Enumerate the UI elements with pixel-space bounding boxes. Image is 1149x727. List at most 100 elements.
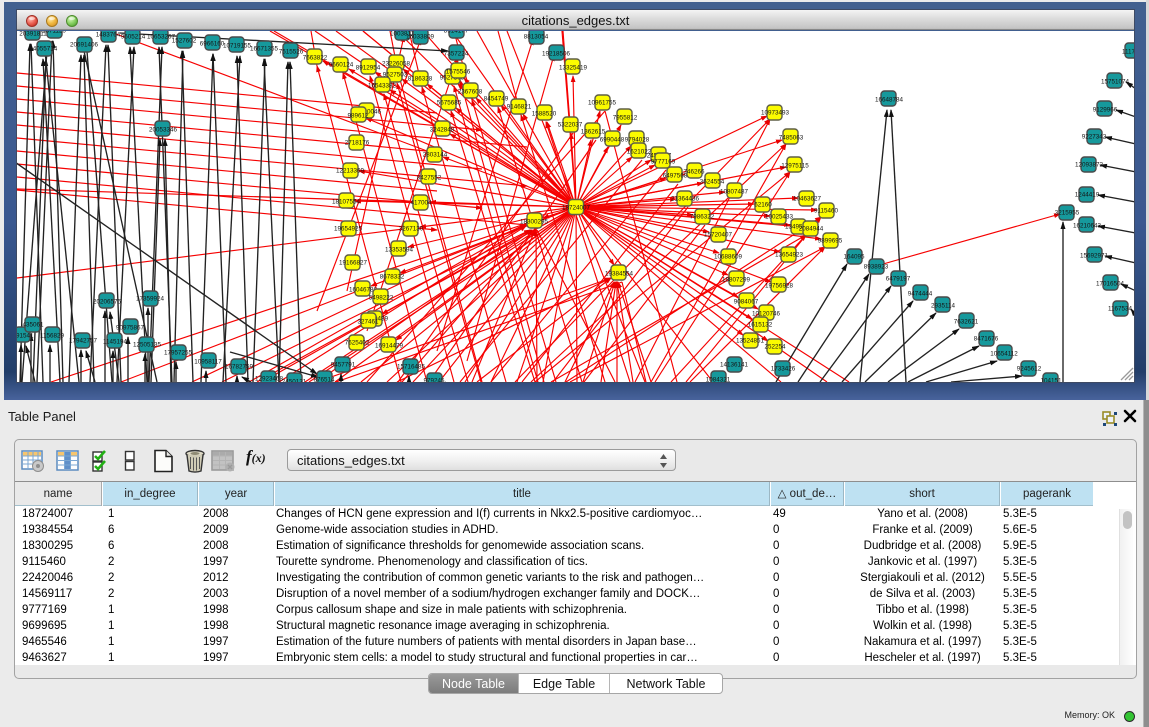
- svg-text:6479197: 6479197: [886, 276, 911, 283]
- svg-text:17359924: 17359924: [136, 296, 165, 303]
- svg-text:6966160: 6966160: [200, 41, 225, 48]
- svg-text:1362615: 1362615: [581, 129, 606, 136]
- svg-text:1156829: 1156829: [40, 333, 65, 340]
- svg-text:90975867: 90975867: [116, 325, 145, 332]
- svg-text:391541: 391541: [17, 333, 34, 340]
- svg-text:9474444: 9474444: [908, 291, 933, 298]
- svg-text:5498222: 5498222: [369, 295, 394, 302]
- svg-text:10807487: 10807487: [720, 189, 749, 196]
- svg-text:9605214: 9605214: [121, 34, 146, 41]
- svg-text:19384554: 19384554: [605, 271, 634, 278]
- svg-text:19756928: 19756928: [765, 283, 794, 290]
- svg-text:10463627: 10463627: [793, 196, 822, 203]
- svg-text:62160: 62160: [754, 202, 772, 209]
- svg-text:9457791: 9457791: [331, 362, 356, 369]
- svg-text:1588520: 1588520: [532, 111, 557, 118]
- svg-text:16782759: 16782759: [225, 364, 254, 371]
- svg-text:20053346: 20053346: [149, 127, 178, 134]
- svg-text:104151: 104151: [1040, 378, 1062, 383]
- svg-text:164095: 164095: [843, 254, 865, 261]
- svg-text:17942757: 17942757: [69, 338, 98, 345]
- svg-text:989612: 989612: [347, 113, 369, 120]
- svg-text:18807299: 18807299: [722, 277, 751, 284]
- svg-text:8813054: 8813054: [524, 34, 549, 41]
- svg-text:8454749: 8454749: [484, 96, 509, 103]
- svg-text:13325419: 13325419: [559, 65, 588, 72]
- svg-text:15751074: 15751074: [1101, 79, 1130, 86]
- svg-text:9129966: 9129966: [1093, 107, 1118, 114]
- svg-text:111720: 111720: [1122, 49, 1134, 56]
- svg-text:9660124: 9660124: [329, 62, 354, 69]
- svg-text:1084321: 1084321: [706, 377, 731, 383]
- svg-text:1527602: 1527602: [172, 38, 197, 45]
- svg-text:17016504: 17016504: [1096, 281, 1125, 288]
- svg-text:19654925: 19654925: [334, 226, 363, 233]
- svg-text:3267130: 3267130: [399, 226, 424, 233]
- svg-text:7632621: 7632621: [954, 319, 979, 326]
- svg-text:15692971: 15692971: [1080, 253, 1109, 260]
- svg-text:10973493: 10973493: [761, 110, 790, 117]
- svg-text:1483764: 1483764: [96, 32, 121, 39]
- svg-text:1575546: 1575546: [446, 69, 471, 76]
- svg-text:18724007: 18724007: [562, 205, 591, 212]
- svg-text:12093872: 12093872: [1075, 162, 1104, 169]
- svg-text:7955812: 7955812: [613, 115, 638, 122]
- svg-text:8427552: 8427552: [417, 175, 442, 182]
- svg-text:9777169: 9777169: [651, 159, 676, 166]
- svg-text:16671355: 16671355: [250, 46, 279, 53]
- svg-text:9899695: 9899695: [818, 238, 843, 245]
- svg-text:9245612: 9245612: [1017, 366, 1042, 373]
- svg-text:16210643: 16210643: [1073, 223, 1102, 230]
- svg-text:12923468: 12923468: [255, 376, 284, 383]
- svg-text:5675685: 5675685: [437, 100, 462, 107]
- svg-text:16033809: 16033809: [406, 34, 435, 41]
- svg-text:10719155: 10719155: [223, 43, 252, 50]
- svg-text:1167534: 1167534: [1108, 306, 1133, 313]
- svg-text:18300295: 18300295: [520, 219, 549, 226]
- svg-text:876514: 876514: [313, 377, 335, 383]
- svg-text:5322037: 5322037: [558, 122, 583, 129]
- svg-text:7515526: 7515526: [279, 49, 304, 56]
- svg-text:10688609: 10688609: [714, 254, 743, 261]
- svg-text:3215955: 3215955: [1055, 210, 1080, 217]
- svg-text:1145194: 1145194: [103, 339, 128, 346]
- svg-text:417004: 417004: [410, 200, 432, 207]
- svg-text:16648784: 16648784: [875, 97, 904, 104]
- svg-text:10025433: 10025433: [765, 214, 794, 221]
- svg-text:2718176: 2718176: [345, 140, 370, 147]
- svg-text:17957255: 17957255: [164, 350, 193, 357]
- svg-text:8914177: 8914177: [444, 31, 469, 35]
- svg-text:3242848: 3242848: [430, 127, 455, 134]
- svg-text:15716485: 15716485: [397, 364, 426, 371]
- svg-text:18107554: 18107554: [332, 199, 361, 206]
- svg-text:19218506: 19218506: [542, 51, 571, 58]
- svg-text:8471676: 8471676: [974, 336, 999, 343]
- svg-text:2803144: 2803144: [423, 152, 448, 159]
- svg-text:16543382: 16543382: [368, 83, 397, 90]
- svg-text:20691406: 20691406: [70, 42, 99, 49]
- svg-text:14136141: 14136141: [720, 362, 749, 369]
- svg-text:12975115: 12975115: [781, 163, 809, 170]
- svg-text:15720407: 15720407: [704, 232, 733, 239]
- svg-text:1733426: 1733426: [771, 366, 796, 373]
- svg-text:6990448: 6990448: [600, 137, 625, 144]
- svg-text:9115460: 9115460: [814, 208, 839, 215]
- svg-text:2450121: 2450121: [282, 379, 307, 383]
- svg-text:3624554: 3624554: [700, 179, 725, 186]
- svg-text:2935114: 2935114: [931, 303, 956, 310]
- svg-text:12213369: 12213369: [336, 168, 365, 175]
- svg-text:16914479: 16914479: [375, 343, 404, 350]
- svg-text:2367608: 2367608: [458, 89, 483, 96]
- svg-text:10958117: 10958117: [194, 359, 222, 366]
- svg-text:435061: 435061: [22, 322, 44, 329]
- svg-text:8186328: 8186328: [408, 76, 433, 83]
- svg-text:8938923: 8938923: [864, 264, 889, 271]
- svg-text:7663822: 7663822: [303, 55, 328, 62]
- svg-text:12505135: 12505135: [133, 342, 162, 349]
- svg-text:10961755: 10961755: [588, 100, 617, 107]
- svg-text:1244419: 1244419: [1075, 192, 1100, 199]
- svg-text:20206576: 20206576: [93, 299, 122, 306]
- svg-text:21364436: 21364436: [671, 196, 700, 203]
- svg-text:13524851: 13524851: [736, 338, 765, 345]
- svg-text:4055714: 4055714: [33, 46, 58, 53]
